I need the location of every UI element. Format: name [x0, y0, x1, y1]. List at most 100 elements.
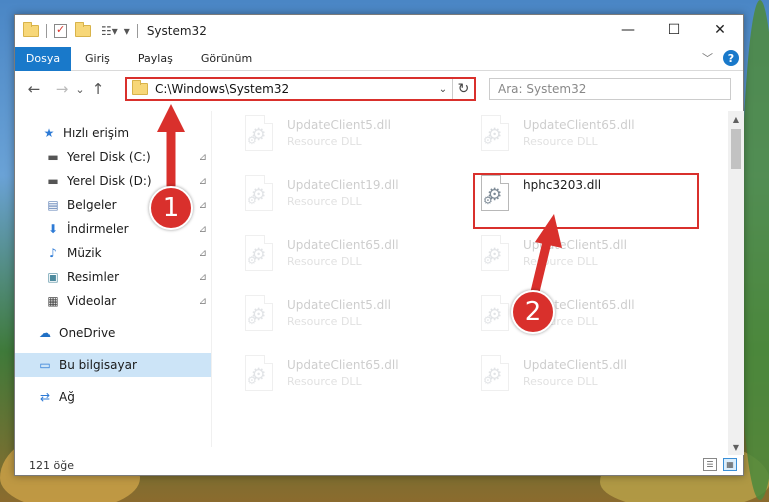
maximize-button[interactable]: ☐ [651, 15, 697, 45]
sidebar-item-label: Hızlı erişim [63, 126, 130, 140]
scrollbar-thumb[interactable] [731, 129, 741, 169]
scroll-up-arrow[interactable]: ▲ [728, 111, 744, 127]
toolbar-separator [136, 24, 138, 38]
file-item[interactable]: ⚙ ⚙ UpdateClient65.dll Resource DLL [477, 115, 707, 167]
window-controls: — ☐ ✕ [605, 15, 743, 45]
status-bar: 121 öğe ☰ ▦ [15, 455, 743, 475]
up-button[interactable]: ↑ [87, 78, 109, 100]
sidebar-item-label: Yerel Disk (D:) [67, 174, 152, 188]
file-item[interactable]: ⚙ ⚙ UpdateClient5.dll Resource DLL [477, 355, 707, 407]
sidebar-item-label: Belgeler [67, 198, 117, 212]
dll-file-icon: ⚙ ⚙ [477, 235, 513, 273]
network-icon: ⇄ [39, 390, 51, 404]
forward-button[interactable]: → [51, 78, 73, 100]
properties-icon[interactable] [54, 23, 67, 38]
file-item[interactable]: ⚙ ⚙ UpdateClient19.dll Resource DLL [241, 175, 471, 227]
file-name: UpdateClient5.dll [287, 298, 391, 312]
scroll-down-arrow[interactable]: ▼ [728, 439, 744, 455]
title-bar: ☷▾ ▾ System32 — ☐ ✕ [15, 15, 743, 47]
sidebar-item[interactable]: ♪ Müzik ⊿ [15, 241, 211, 265]
download-icon: ⬇ [47, 222, 59, 236]
target-file-highlight [473, 173, 699, 229]
ribbon-tabs: Dosya Giriş Paylaş Görünüm ﹀ ? [15, 46, 743, 71]
dll-file-icon: ⚙ ⚙ [241, 235, 277, 273]
file-description: Resource DLL [287, 135, 362, 148]
file-item[interactable]: ⚙ ⚙ UpdateClient5.dll Resource DLL [241, 115, 471, 167]
close-button[interactable]: ✕ [697, 15, 743, 45]
item-count: 121 öğe [29, 458, 74, 472]
sidebar-item-label: Ağ [59, 390, 75, 404]
folder-icon [23, 22, 39, 37]
vertical-scrollbar[interactable]: ▲ ▼ [728, 111, 744, 455]
pin-icon: ⊿ [198, 223, 207, 235]
computer-icon: ▭ [39, 358, 51, 372]
pictures-icon: ▣ [47, 270, 59, 284]
file-name: UpdateClient65.dll [287, 238, 399, 252]
pin-icon: ⊿ [198, 151, 207, 163]
chevron-down-icon[interactable]: ⌄ [434, 84, 452, 95]
tiles-view-icon[interactable]: ▦ [723, 458, 737, 471]
sidebar-item[interactable]: ▬ Yerel Disk (C:) ⊿ [15, 145, 211, 169]
background-leaf [740, 0, 769, 500]
sidebar-item-label: Yerel Disk (C:) [67, 150, 151, 164]
tab-dosya[interactable]: Dosya [15, 46, 71, 71]
star-icon: ★ [43, 126, 55, 140]
cloud-icon: ☁ [39, 326, 51, 340]
file-item[interactable]: ⚙ ⚙ UpdateClient65.dll Resource DLL [477, 295, 707, 347]
file-description: Resource DLL [287, 375, 362, 388]
help-icon[interactable]: ? [723, 50, 739, 66]
dll-file-icon: ⚙ ⚙ [477, 355, 513, 393]
tab-paylas[interactable]: Paylaş [124, 47, 187, 71]
tab-giris[interactable]: Giriş [71, 47, 124, 71]
pane-divider[interactable] [211, 111, 212, 447]
ribbon-right-controls: ﹀ ? [702, 50, 739, 66]
sidebar-item-label: Videolar [67, 294, 117, 308]
search-input[interactable]: Ara: System32 [489, 78, 731, 100]
customize-toolbar-icon[interactable]: ▾ [124, 24, 130, 38]
window-title: System32 [146, 24, 207, 38]
recent-locations-button[interactable]: ⌄ [73, 78, 87, 100]
file-name: UpdateClient5.dll [523, 238, 627, 252]
pin-icon: ⊿ [198, 247, 207, 259]
file-item[interactable]: ⚙ ⚙ UpdateClient65.dll Resource DLL [241, 355, 471, 407]
address-path[interactable]: C:\Windows\System32 [155, 82, 434, 96]
file-list: ⚙ ⚙ UpdateClient5.dll Resource DLL ⚙ ⚙ UpdateC… [215, 111, 727, 447]
sidebar-item[interactable]: ⇄ Ağ [15, 385, 211, 409]
file-name: UpdateClient5.dll [287, 118, 391, 132]
file-item[interactable]: ⚙ ⚙ UpdateClient5.dll Resource DLL [241, 295, 471, 347]
file-name: UpdateClient5.dll [523, 358, 627, 372]
minimize-button[interactable]: — [605, 15, 651, 45]
file-item[interactable]: ⚙ ⚙ UpdateClient65.dll Resource DLL [241, 235, 471, 287]
dll-file-icon: ⚙ ⚙ [241, 355, 277, 393]
dll-file-icon: ⚙ ⚙ [241, 115, 277, 153]
address-bar[interactable]: C:\Windows\System32 ⌄ ↻ [125, 77, 476, 101]
navigation-pane: ★ Hızlı erişim ▬ Yerel Disk (C:) ⊿ ▬ Yerel Dis… [15, 111, 211, 447]
sidebar-item-label: Resimler [67, 270, 120, 284]
view-options-icon[interactable]: ☷▾ [101, 24, 118, 38]
dll-file-icon: ⚙ ⚙ [241, 295, 277, 333]
tab-gorunum[interactable]: Görünüm [187, 47, 266, 71]
file-description: Resource DLL [523, 135, 598, 148]
chevron-down-icon[interactable]: ﹀ [702, 50, 713, 66]
sidebar-item[interactable]: ▦ Videolar ⊿ [15, 289, 211, 313]
sidebar-item-label: İndirmeler [67, 222, 129, 236]
file-description: Resource DLL [287, 315, 362, 328]
step-1-badge: 1 [149, 186, 193, 230]
file-description: Resource DLL [287, 195, 362, 208]
pin-icon: ⊿ [198, 295, 207, 307]
refresh-icon[interactable]: ↻ [452, 79, 474, 99]
file-name: UpdateClient65.dll [523, 118, 635, 132]
videos-icon: ▦ [47, 294, 59, 308]
sidebar-item[interactable]: ★ Hızlı erişim [15, 121, 211, 145]
folder-icon [132, 80, 148, 95]
view-toggle: ☰ ▦ [703, 458, 737, 471]
sidebar-item[interactable]: ▣ Resimler ⊿ [15, 265, 211, 289]
file-name: UpdateClient19.dll [287, 178, 399, 192]
back-button[interactable]: ← [23, 78, 45, 100]
sidebar-item[interactable]: ▭ Bu bilgisayar [15, 353, 211, 377]
new-folder-icon[interactable] [75, 22, 91, 37]
details-view-icon[interactable]: ☰ [703, 458, 717, 471]
file-item[interactable]: ⚙ ⚙ UpdateClient5.dll Resource DLL [477, 235, 707, 287]
dll-file-icon: ⚙ ⚙ [477, 295, 513, 333]
sidebar-item[interactable]: ☁ OneDrive [15, 321, 211, 345]
